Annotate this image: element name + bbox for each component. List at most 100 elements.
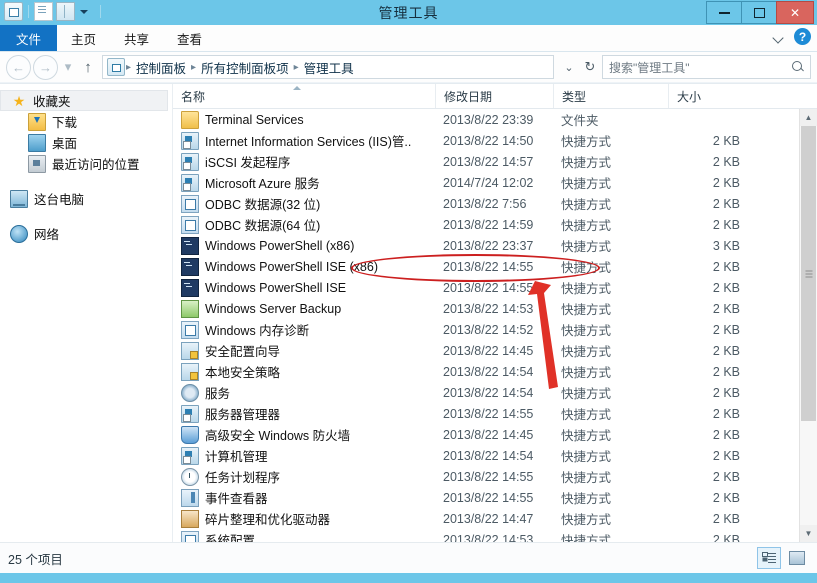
table-row[interactable]: ODBC 数据源(64 位) 2013/8/22 14:59 快捷方式 2 KB bbox=[173, 214, 817, 235]
refresh-icon[interactable]: ↻ bbox=[580, 59, 600, 75]
file-date-cell: 2013/8/22 14:52 bbox=[443, 322, 534, 337]
file-name-cell[interactable]: 事件查看器 bbox=[173, 488, 435, 507]
file-name-cell[interactable]: Terminal Services bbox=[173, 110, 435, 129]
breadcrumb-item-all-items[interactable]: 所有控制面板项 bbox=[197, 58, 293, 77]
tiles-view-button[interactable] bbox=[785, 547, 809, 569]
file-name-cell[interactable]: Windows PowerShell ISE bbox=[173, 278, 435, 297]
sidebar-item-this-pc[interactable]: 这台电脑 bbox=[0, 188, 172, 209]
desktop-icon bbox=[28, 133, 46, 152]
file-size-cell: 2 KB bbox=[712, 322, 740, 337]
tab-share[interactable]: 共享 bbox=[110, 25, 163, 51]
scroll-up-button[interactable]: ▲ bbox=[800, 109, 817, 126]
file-name-cell[interactable]: Windows 内存诊断 bbox=[173, 320, 435, 339]
sidebar-item-recent-places[interactable]: 最近访问的位置 bbox=[0, 153, 172, 174]
file-size-cell: 2 KB bbox=[712, 196, 740, 211]
file-size-cell: 2 KB bbox=[712, 154, 740, 169]
scrollbar-thumb[interactable] bbox=[801, 126, 816, 422]
table-row[interactable]: 服务器管理器 2013/8/22 14:55 快捷方式 2 KB bbox=[173, 403, 817, 424]
table-row[interactable]: Internet Information Services (IIS)管.. 20… bbox=[173, 130, 817, 151]
column-header-name[interactable]: 名称 bbox=[173, 84, 435, 108]
file-name-cell[interactable]: 计算机管理 bbox=[173, 446, 435, 465]
column-header-type[interactable]: 类型 bbox=[553, 84, 668, 108]
table-row[interactable]: Windows PowerShell ISE (x86) 2013/8/22 14… bbox=[173, 256, 817, 277]
table-row[interactable]: Windows Server Backup 2013/8/22 14:53 快捷方式… bbox=[173, 298, 817, 319]
sidebar-item-favorites[interactable]: ★ 收藏夹 bbox=[0, 90, 168, 111]
minimize-button[interactable] bbox=[706, 1, 742, 24]
sidebar-item-network[interactable]: 网络 bbox=[0, 223, 172, 244]
content-area: ★ 收藏夹 下载 桌面 最近访问的位置 这台电脑 网络 名称 修改日期 类型 大… bbox=[0, 83, 817, 542]
table-row[interactable]: Windows 内存诊断 2013/8/22 14:52 快捷方式 2 KB bbox=[173, 319, 817, 340]
maximize-button[interactable] bbox=[741, 1, 777, 24]
table-row[interactable]: 任务计划程序 2013/8/22 14:55 快捷方式 2 KB bbox=[173, 466, 817, 487]
back-button[interactable]: ← bbox=[6, 54, 31, 80]
table-row[interactable]: Terminal Services 2013/8/22 23:39 文件夹 bbox=[173, 109, 817, 130]
file-size-cell: 2 KB bbox=[712, 217, 740, 232]
file-name-cell[interactable]: Windows Server Backup bbox=[173, 299, 435, 318]
file-name-cell[interactable]: Microsoft Azure 服务 bbox=[173, 173, 435, 192]
file-name-cell[interactable]: Windows PowerShell (x86) bbox=[173, 236, 435, 255]
scrollbar-track[interactable] bbox=[800, 126, 817, 525]
file-name-cell[interactable]: 碎片整理和优化驱动器 bbox=[173, 509, 435, 528]
file-name-cell[interactable]: 系统配置 bbox=[173, 530, 435, 542]
file-name-cell[interactable]: 任务计划程序 bbox=[173, 467, 435, 486]
up-button[interactable]: ↑ bbox=[78, 56, 98, 79]
file-type-cell: 快捷方式 bbox=[561, 177, 612, 191]
column-header-label: 修改日期 bbox=[444, 89, 493, 104]
file-name-cell[interactable]: Internet Information Services (IIS)管.. bbox=[173, 131, 435, 150]
details-view-button[interactable] bbox=[757, 547, 781, 569]
tab-file[interactable]: 文件 bbox=[0, 25, 58, 51]
column-header-date[interactable]: 修改日期 bbox=[435, 84, 553, 108]
tab-home[interactable]: 主页 bbox=[57, 25, 110, 51]
breadcrumb-item-control-panel[interactable]: 控制面板 bbox=[132, 58, 190, 77]
ribbon-tabbar: 文件 主页 共享 查看 ? bbox=[0, 25, 817, 52]
sidebar-item-desktop[interactable]: 桌面 bbox=[0, 132, 172, 153]
table-row[interactable]: iSCSI 发起程序 2013/8/22 14:57 快捷方式 2 KB bbox=[173, 151, 817, 172]
table-row[interactable]: 碎片整理和优化驱动器 2013/8/22 14:47 快捷方式 2 KB bbox=[173, 508, 817, 529]
table-row[interactable]: 本地安全策略 2013/8/22 14:54 快捷方式 2 KB bbox=[173, 361, 817, 382]
sidebar-item-label: 最近访问的位置 bbox=[52, 158, 140, 172]
file-size-cell: 2 KB bbox=[712, 406, 740, 421]
file-name-cell[interactable]: ODBC 数据源(32 位) bbox=[173, 194, 435, 213]
file-name-cell[interactable]: ODBC 数据源(64 位) bbox=[173, 215, 435, 234]
scroll-down-button[interactable]: ▼ bbox=[800, 525, 817, 542]
chevron-down-icon[interactable] bbox=[773, 31, 785, 43]
table-row[interactable]: 事件查看器 2013/8/22 14:55 快捷方式 2 KB bbox=[173, 487, 817, 508]
file-name-label: iSCSI 发起程序 bbox=[205, 156, 291, 170]
vertical-scrollbar[interactable]: ▲ ▼ bbox=[799, 109, 817, 542]
table-row[interactable]: 服务 2013/8/22 14:54 快捷方式 2 KB bbox=[173, 382, 817, 403]
file-name-cell[interactable]: Windows PowerShell ISE (x86) bbox=[173, 257, 435, 276]
table-row[interactable]: 高级安全 Windows 防火墙 2013/8/22 14:45 快捷方式 2 KB bbox=[173, 424, 817, 445]
file-name-label: 任务计划程序 bbox=[205, 471, 281, 485]
table-row[interactable]: 安全配置向导 2013/8/22 14:45 快捷方式 2 KB bbox=[173, 340, 817, 361]
address-dropdown-icon[interactable]: ⌄ bbox=[560, 61, 578, 74]
file-name-cell[interactable]: 服务 bbox=[173, 383, 435, 402]
file-name-label: 事件查看器 bbox=[205, 492, 268, 506]
file-size-cell: 2 KB bbox=[712, 469, 740, 484]
file-name-cell[interactable]: iSCSI 发起程序 bbox=[173, 152, 435, 171]
table-row[interactable]: Microsoft Azure 服务 2014/7/24 12:02 快捷方式 2 K… bbox=[173, 172, 817, 193]
file-name-cell[interactable]: 安全配置向导 bbox=[173, 341, 435, 360]
recent-locations-button[interactable]: ▾ bbox=[60, 56, 76, 79]
table-row[interactable]: 系统配置 2013/8/22 14:53 快捷方式 2 KB bbox=[173, 529, 817, 542]
file-name-cell[interactable]: 本地安全策略 bbox=[173, 362, 435, 381]
breadcrumb-item-admin-tools[interactable]: 管理工具 bbox=[300, 58, 358, 77]
file-date-cell: 2013/8/22 14:50 bbox=[443, 133, 534, 148]
table-row[interactable]: Windows PowerShell ISE 2013/8/22 14:55 快捷方… bbox=[173, 277, 817, 298]
folder-icon bbox=[181, 110, 199, 129]
table-row[interactable]: Windows PowerShell (x86) 2013/8/22 23:37 快… bbox=[173, 235, 817, 256]
breadcrumb[interactable]: ▸ 控制面板 ▸ 所有控制面板项 ▸ 管理工具 bbox=[102, 55, 554, 79]
file-name-cell[interactable]: 高级安全 Windows 防火墙 bbox=[173, 425, 435, 444]
file-name-cell[interactable]: 服务器管理器 bbox=[173, 404, 435, 423]
help-icon[interactable]: ? bbox=[794, 28, 811, 45]
column-header-size[interactable]: 大小 bbox=[668, 84, 758, 108]
table-row[interactable]: 计算机管理 2013/8/22 14:54 快捷方式 2 KB bbox=[173, 445, 817, 466]
sidebar-item-downloads[interactable]: 下载 bbox=[0, 111, 172, 132]
sidebar-item-label: 这台电脑 bbox=[34, 193, 85, 207]
forward-button[interactable]: → bbox=[33, 54, 58, 80]
file-name-label: Windows PowerShell ISE (x86) bbox=[205, 259, 378, 274]
search-input[interactable]: 搜索"管理工具" bbox=[602, 55, 811, 79]
table-row[interactable]: ODBC 数据源(32 位) 2013/8/22 7:56 快捷方式 2 KB bbox=[173, 193, 817, 214]
close-button[interactable]: ✕ bbox=[776, 1, 814, 24]
tab-view[interactable]: 查看 bbox=[163, 25, 216, 51]
iis-shortcut-icon bbox=[181, 131, 199, 150]
